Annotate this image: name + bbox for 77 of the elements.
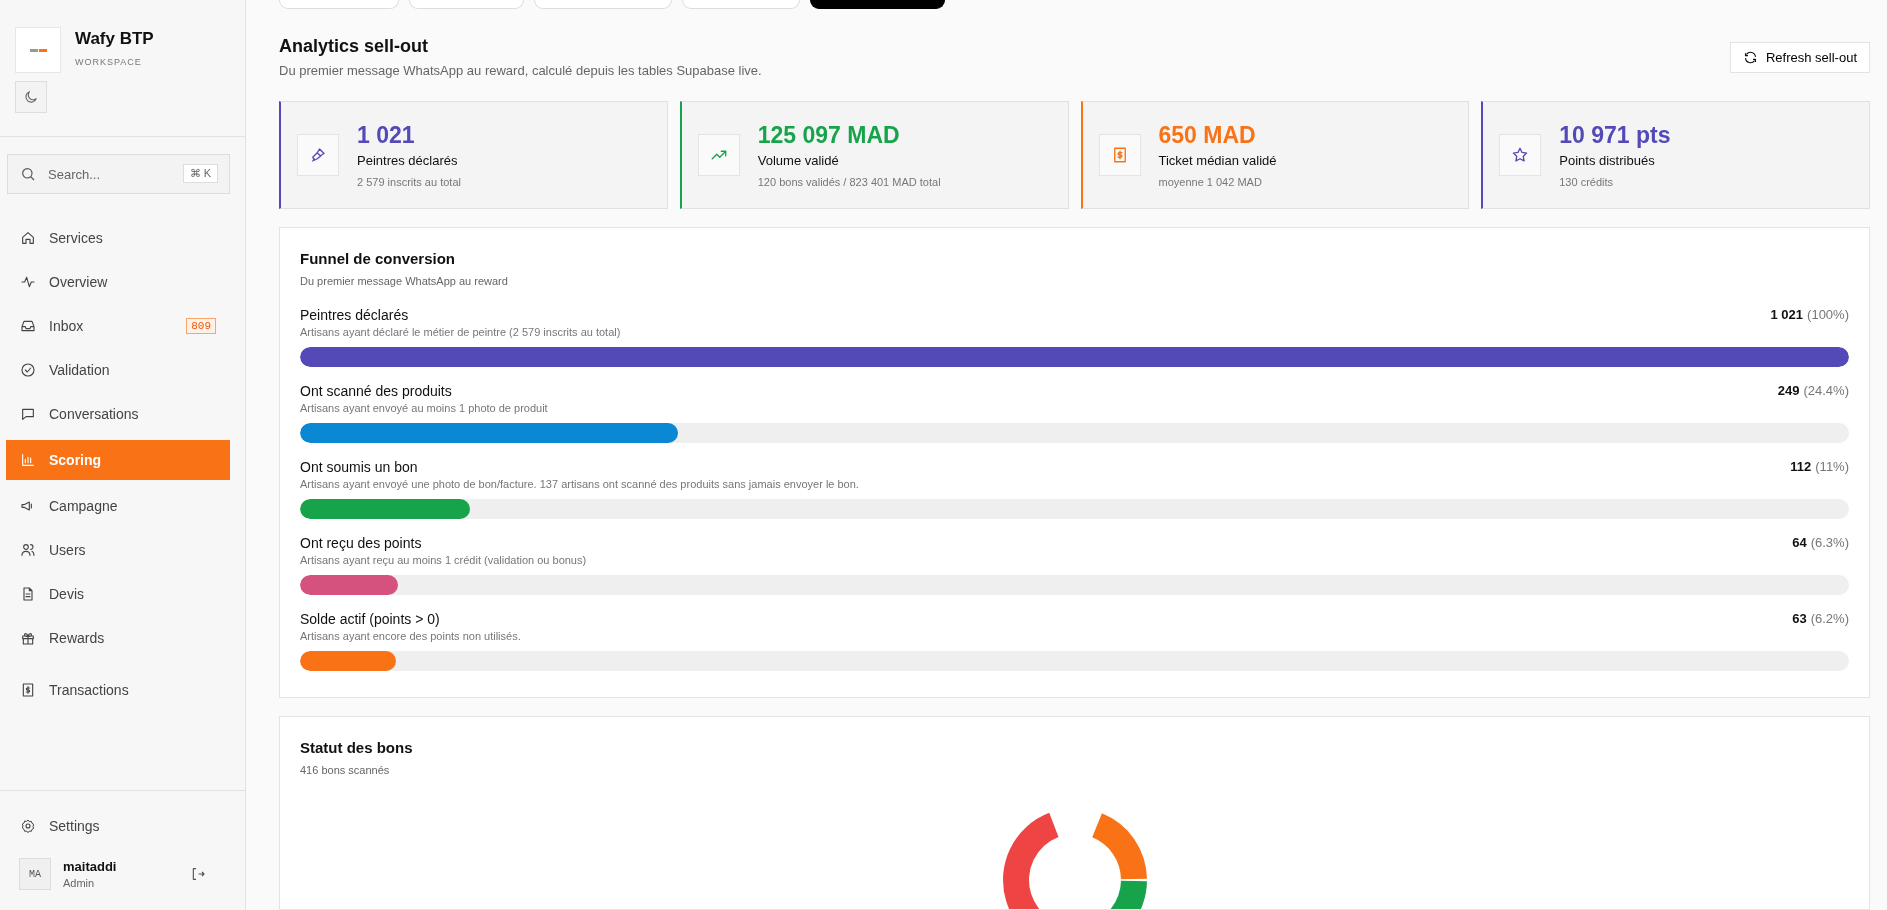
- kpi-detail: moyenne 1 042 MAD: [1158, 176, 1263, 188]
- nav-icon: [20, 452, 36, 468]
- search-icon: [20, 166, 36, 182]
- nav-icon: [20, 230, 36, 246]
- nav-item[interactable]: Campagne: [6, 488, 230, 524]
- step-count: 112: [1790, 459, 1812, 474]
- nav-item[interactable]: Inbox 809: [6, 308, 230, 344]
- settings-icon: [20, 818, 36, 834]
- nav-icon: [20, 362, 36, 378]
- tab[interactable]: [810, 0, 945, 9]
- nav-icon: [20, 542, 36, 558]
- kpi-value: 1 021: [357, 122, 416, 149]
- page-title: Analytics sell-out: [279, 36, 430, 57]
- step-description: Artisans ayant envoyé au moins 1 photo de produit: [300, 402, 549, 414]
- kpi-value: 10 971 pts: [1559, 122, 1671, 149]
- user-role: Admin: [63, 877, 96, 889]
- kpi-label: Volume validé: [757, 153, 840, 168]
- step-label: Ont scanné des produits: [300, 383, 453, 399]
- step-label: Ont soumis un bon: [300, 459, 419, 475]
- nav-item[interactable]: Users: [6, 532, 230, 568]
- step-description: Artisans ayant envoyé une photo de bon/facture. 137 artisans ont scanné des produits sans jamais envoyer le bon.: [300, 478, 860, 490]
- card-title: Funnel de conversion: [300, 250, 457, 267]
- kpi-icon: [1511, 146, 1530, 164]
- count-badge: 809: [186, 318, 216, 334]
- nav-icon: [20, 406, 36, 422]
- step-count: 249: [1777, 383, 1800, 398]
- nav-icon: [20, 274, 36, 290]
- nav-item[interactable]: Conversations: [6, 396, 230, 432]
- step-percent: (100%): [1807, 307, 1849, 322]
- card-title: Statut des bons: [300, 739, 414, 756]
- brand-name: Wafy BTP: [75, 29, 154, 49]
- theme-toggle-button[interactable]: [15, 81, 47, 113]
- nav-icon: [20, 318, 36, 334]
- kpi-value: 650 MAD: [1158, 122, 1257, 149]
- nav-item[interactable]: Transactions: [6, 672, 230, 708]
- kpi-icon: [309, 146, 327, 164]
- step-count: 63: [1792, 611, 1807, 626]
- card-subtitle: Du premier message WhatsApp au reward: [300, 275, 509, 287]
- step-percent: (6.3%): [1810, 535, 1849, 550]
- step-count: 64: [1792, 535, 1807, 550]
- kpi-label: Peintres déclarés: [357, 153, 459, 168]
- kpi-label: Points distribués: [1559, 153, 1656, 168]
- shortcut-hint: ⌘ K: [182, 164, 218, 183]
- logo-icon: [15, 27, 61, 73]
- nav-item[interactable]: Overview: [6, 264, 230, 300]
- kpi-detail: 2 579 inscrits au total: [357, 176, 461, 188]
- refresh-button[interactable]: Refresh sell-out: [1729, 42, 1870, 73]
- nav-icon: [20, 586, 36, 602]
- settings-link[interactable]: Settings: [6, 808, 230, 844]
- step-percent: (24.4%): [1803, 383, 1849, 398]
- brand-subtitle: WORKSPACE: [75, 57, 143, 67]
- step-count: 1 021: [1770, 307, 1804, 322]
- logout-icon[interactable]: [190, 866, 206, 882]
- card-subtitle: 416 bons scannés: [300, 764, 391, 776]
- kpi-detail: 120 bons validés / 823 401 MAD total: [757, 176, 941, 188]
- avatar-initials: MA: [19, 858, 51, 890]
- refresh-icon: [1742, 50, 1758, 65]
- page-subtitle: Du premier message WhatsApp au reward, calculé depuis les tables Supabase live.: [279, 63, 762, 78]
- step-label: Peintres déclarés: [300, 307, 410, 323]
- nav-item[interactable]: Validation: [6, 352, 230, 388]
- nav-icon: [20, 630, 36, 646]
- step-description: Artisans ayant reçu au moins 1 crédit (validation ou bonus): [300, 554, 588, 566]
- step-label: Solde actif (points > 0): [300, 611, 441, 627]
- user-name: maitaddi: [63, 859, 118, 874]
- kpi-value: 125 097 MAD: [757, 122, 901, 149]
- step-description: Artisans ayant déclaré le métier de peintre (2 579 inscrits au total): [300, 326, 622, 338]
- step-description: Artisans ayant encore des points non utilisés.: [300, 630, 522, 642]
- step-label: Ont reçu des points: [300, 535, 423, 551]
- moon-icon: [23, 89, 39, 105]
- step-percent: (11%): [1815, 459, 1849, 474]
- nav-item[interactable]: Services: [6, 220, 230, 256]
- nav-icon: [20, 682, 36, 698]
- nav-item[interactable]: Rewards: [6, 620, 230, 656]
- kpi-detail: 130 crédits: [1559, 176, 1615, 188]
- nav-item[interactable]: Devis: [6, 576, 230, 612]
- kpi-label: Ticket médian validé: [1158, 153, 1277, 168]
- step-percent: (6.2%): [1810, 611, 1849, 626]
